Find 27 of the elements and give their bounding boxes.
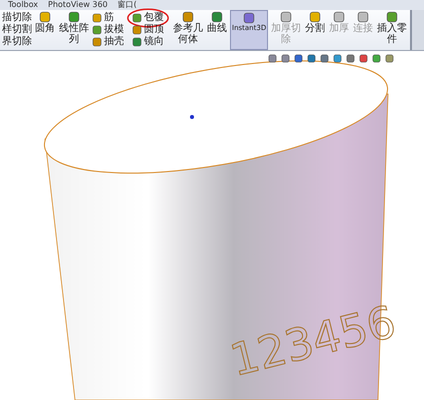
feature-icon [309,11,322,23]
toolbar-button[interactable]: 抽壳 [92,36,124,48]
toolbar-button[interactable]: 描切除 [2,12,32,24]
toolbar-button[interactable]: 圆顶 [132,24,164,36]
menu-item[interactable]: Toolbox [8,0,38,10]
feature-icon [280,11,292,23]
feature-icon [386,11,398,23]
toolbar-button[interactable]: 拔模 [92,24,124,36]
feature-icon [182,11,194,23]
toolbar-button[interactable]: 线性阵列 [58,10,90,50]
feature-icon [243,12,256,24]
toolbar-button[interactable]: 样切割 [2,24,32,36]
feature-icon [357,11,370,23]
feature-icon [211,11,223,23]
toolbar-button[interactable]: 镜向 [132,36,164,48]
toolbar-button[interactable]: 筋 [92,12,114,24]
toolbar-button[interactable]: 参考几何体 [172,10,204,50]
feature-icon [39,11,51,23]
menu-item[interactable]: PhotoView 360 [48,0,108,10]
toolbar-button[interactable]: 插入零件 [376,10,408,50]
toolbar-button[interactable]: 圆角 [34,10,56,50]
menu-item[interactable]: 窗口( [118,0,137,10]
feature-icon [333,11,346,23]
feature-icon [68,11,80,23]
toolbar-button[interactable]: 界切除 [2,36,32,48]
toolbar-button[interactable]: 分割 [304,10,326,50]
toolbar-button[interactable]: 曲线 [206,10,228,50]
